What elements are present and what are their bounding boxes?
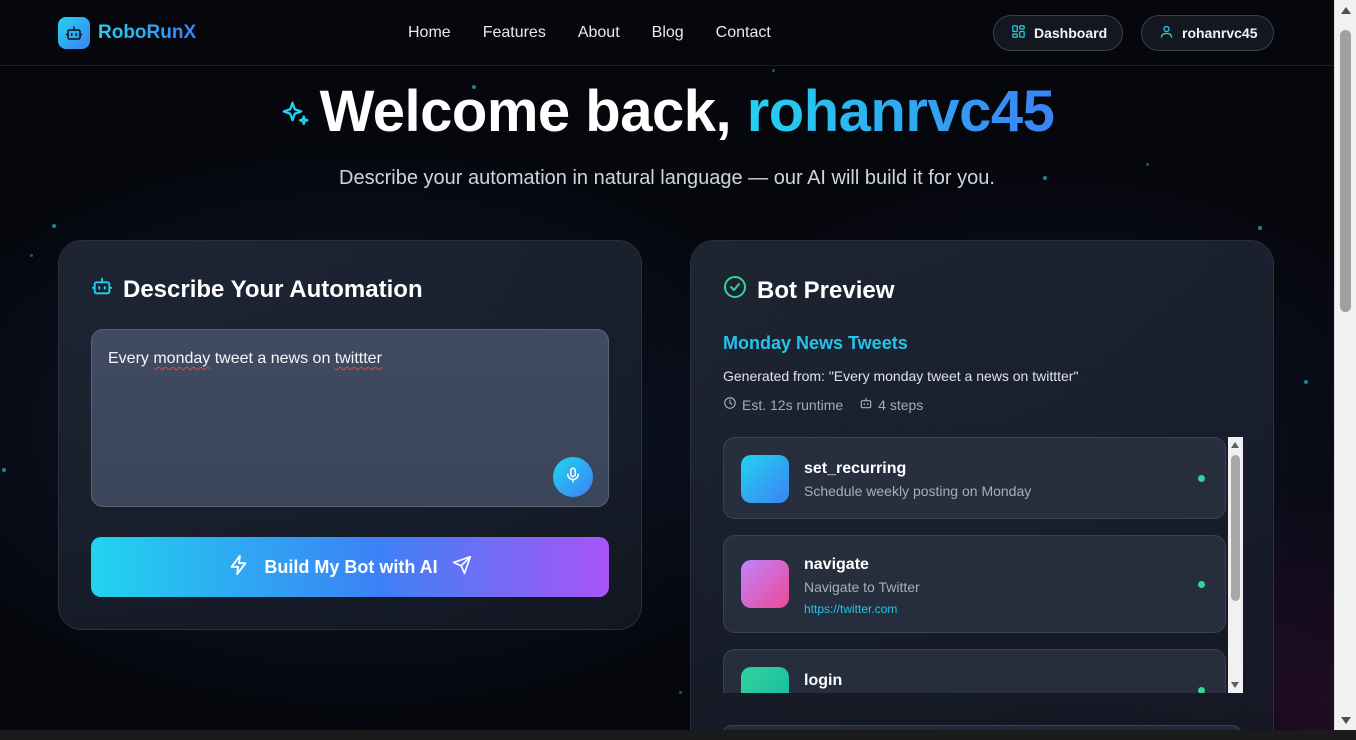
user-name-label: rohanrvc45 [1182,25,1258,41]
page-scroll-up-arrow-icon[interactable] [1341,7,1351,14]
steps-count-text: 4 steps [878,396,924,413]
step-icon [741,455,789,503]
nav-link-blog[interactable]: Blog [652,24,684,42]
voice-input-button[interactable] [553,457,593,497]
dashboard-label: Dashboard [1034,25,1108,41]
dashboard-grid-icon [1011,24,1026,42]
bot-name: Monday News Tweets [723,333,908,353]
step-description: Navigate to Twitter [804,579,920,595]
brand[interactable]: RoboRunX [58,17,196,49]
microphone-icon [564,466,582,489]
input-text-part: Every [108,350,154,367]
step-card-set-recurring[interactable]: set_recurring Schedule weekly posting on… [723,437,1226,519]
particle-dot [1258,226,1262,230]
build-bot-label: Build My Bot with AI [264,556,438,577]
step-url-link[interactable]: https://twitter.com [804,602,897,616]
user-icon [1159,24,1174,42]
main-menu: Home Features About Blog Contact [408,24,771,42]
robot-logo-icon [58,17,90,49]
dashboard-button[interactable]: Dashboard [993,15,1123,51]
bot-preview-heading: Bot Preview [723,275,894,306]
nav-link-home[interactable]: Home [408,24,451,42]
window-bottom-edge [0,730,1356,740]
particle-dot [1146,163,1149,166]
bot-meta: Est. 12s runtime 4 steps [723,396,923,413]
steps-list[interactable]: set_recurring Schedule weekly posting on… [723,437,1243,693]
check-circle-icon [723,275,747,306]
brand-name: RoboRunX [98,22,197,43]
particle-dot [1304,380,1308,384]
scroll-up-arrow-icon[interactable] [1231,442,1239,448]
step-description: Schedule weekly posting on Monday [804,483,1032,499]
page-scroll-down-arrow-icon[interactable] [1341,717,1351,724]
particle-dot [772,69,775,72]
robot-small-icon [859,396,873,413]
step-icon [741,560,789,608]
robot-icon [91,275,113,304]
runtime-text: Est. 12s runtime [742,396,844,413]
step-title: login [804,672,843,689]
app-viewport: RoboRunX Home Features About Blog Contac… [0,0,1334,730]
describe-heading-text: Describe Your Automation [123,275,423,303]
runtime-estimate: Est. 12s runtime [723,396,843,413]
page-scrollbar-thumb[interactable] [1340,30,1351,312]
steps-count: 4 steps [859,396,923,413]
send-icon [452,555,472,580]
bot-preview-heading-text: Bot Preview [757,276,895,304]
top-navbar: RoboRunX Home Features About Blog Contac… [0,0,1334,66]
generated-from-text: Generated from: "Every monday tweet a ne… [723,368,1079,384]
nav-link-about[interactable]: About [578,24,620,42]
step-card-navigate[interactable]: navigate Navigate to Twitter https://twi… [723,535,1226,633]
welcome-prefix: Welcome back, [319,79,747,144]
step-status-dot [1198,687,1205,693]
particle-dot [52,224,56,228]
build-bot-button[interactable]: Build My Bot with AI [91,537,609,597]
input-text-misspelled: monday [153,350,211,367]
hero-subtitle: Describe your automation in natural lang… [339,167,995,189]
step-title: navigate [804,556,869,573]
scroll-down-arrow-icon[interactable] [1231,682,1239,688]
automation-description-input[interactable]: Every monday tweet a news on twittter [91,329,609,507]
step-card-login[interactable]: login [723,649,1226,693]
sparkles-icon [280,76,310,143]
particle-dot [30,254,33,257]
welcome-username: rohanrvc45 [746,79,1055,144]
nav-link-contact[interactable]: Contact [716,24,771,42]
step-title: set_recurring [804,460,907,477]
describe-automation-card: Describe Your Automation Every monday tw… [58,240,642,630]
user-menu-button[interactable]: rohanrvc45 [1141,15,1274,51]
welcome-heading: Welcome back, rohanrvc45 [0,78,1334,149]
step-status-dot [1198,475,1205,482]
particle-dot [2,468,6,472]
describe-heading: Describe Your Automation [91,275,423,304]
clock-icon [723,396,737,413]
step-status-dot [1198,581,1205,588]
bot-preview-card: Bot Preview Monday News Tweets Generated… [690,240,1274,730]
page-scrollbar[interactable] [1334,0,1356,730]
steps-scrollbar[interactable] [1228,437,1243,693]
lightning-icon [228,554,250,581]
input-text-part: tweet a news on [210,350,335,367]
particle-dot [679,691,682,694]
input-text-misspelled: twittter [334,350,382,367]
scrollbar-thumb[interactable] [1231,455,1240,601]
nav-link-features[interactable]: Features [483,24,546,42]
step-icon [741,667,789,693]
